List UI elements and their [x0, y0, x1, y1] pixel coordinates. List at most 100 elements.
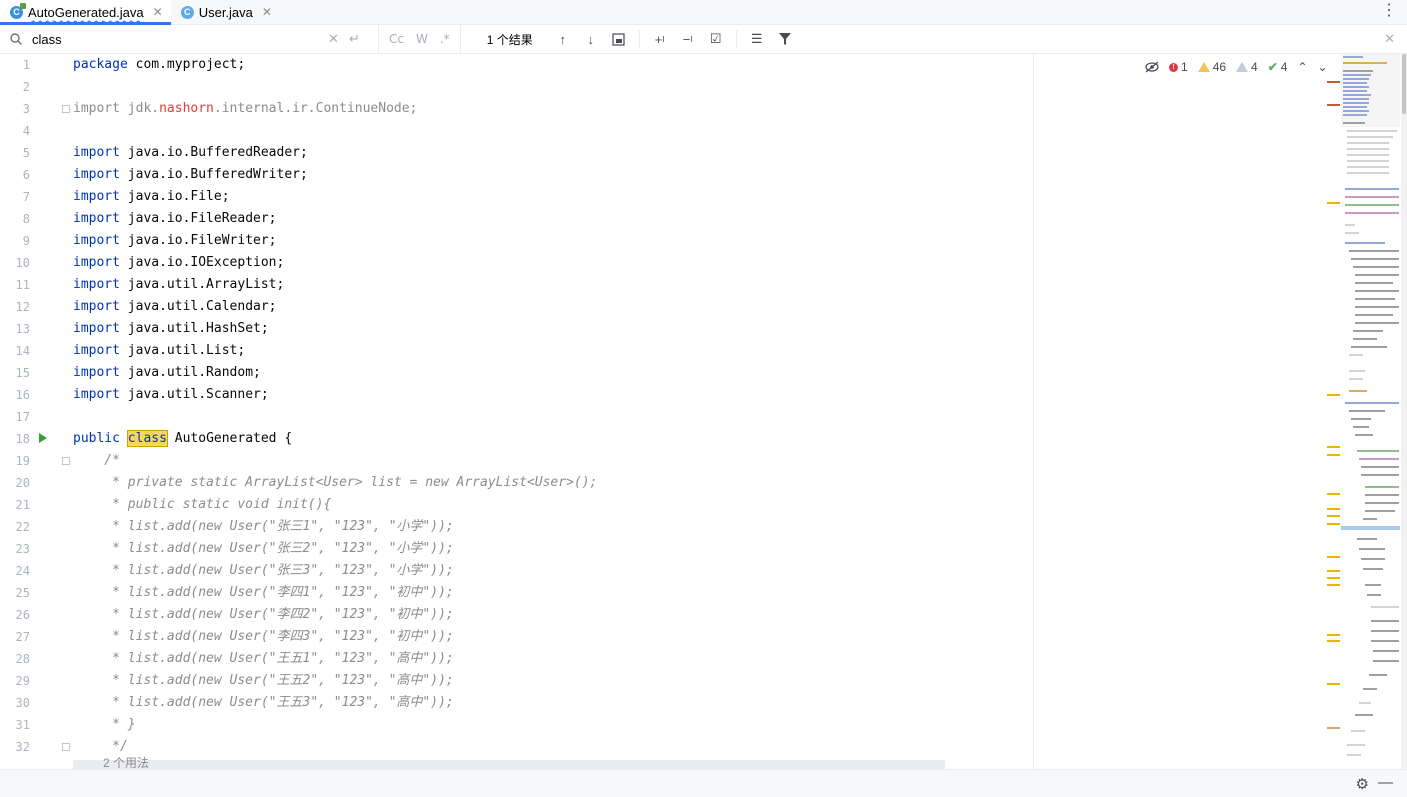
minimap-line — [1351, 258, 1399, 260]
line-number: 27 — [15, 630, 30, 644]
warning-mark[interactable] — [1327, 683, 1340, 685]
search-match: class — [126, 430, 168, 447]
warning-mark[interactable] — [1327, 446, 1340, 448]
warning-mark[interactable] — [1327, 493, 1340, 495]
minimap-line — [1367, 594, 1381, 596]
code-editor[interactable]: 1 2 3 4 5 6 7 8 9 10 11 12 13 14 15 16 1… — [0, 54, 1407, 769]
warning-mark[interactable] — [1327, 570, 1340, 572]
chevron-up-icon[interactable]: ⌃ — [1297, 60, 1307, 74]
minimap[interactable] — [1341, 54, 1400, 769]
line-number: 23 — [15, 542, 30, 556]
match-case-toggle[interactable]: Cc — [389, 32, 404, 46]
fold-marker-icon[interactable] — [62, 105, 70, 113]
line-number: 24 — [15, 564, 30, 578]
filter-lines-icon[interactable]: ☰ — [749, 31, 765, 47]
usage-hint-bar[interactable]: 2 个用法 — [73, 756, 945, 769]
regex-toggle[interactable]: .* — [440, 32, 450, 46]
line-number: 10 — [15, 256, 30, 270]
minimap-line — [1371, 640, 1399, 642]
search-input[interactable] — [30, 30, 324, 48]
line-number: 14 — [15, 344, 30, 358]
newline-icon[interactable]: ↵ — [349, 31, 360, 47]
line-number: 6 — [22, 168, 30, 182]
close-icon[interactable]: ✕ — [262, 5, 272, 19]
filter-icon[interactable] — [777, 31, 793, 47]
code-line: * list.add(new User("李四3", "123", "初中"))… — [73, 629, 454, 644]
error-mark[interactable] — [1327, 81, 1340, 83]
code-line: * list.add(new User("王五3", "123", "高中"))… — [73, 695, 454, 710]
arrow-down-icon[interactable]: ↓ — [583, 31, 599, 47]
line-number: 1 — [22, 58, 30, 72]
warning-mark[interactable] — [1327, 577, 1340, 579]
line-number: 2 — [22, 80, 30, 94]
code-line: import java.util.Scanner; — [73, 387, 269, 402]
minimap-line — [1343, 110, 1369, 112]
warning-mark[interactable] — [1327, 584, 1340, 586]
add-occurrence-icon[interactable]: + I — [652, 31, 668, 47]
close-icon[interactable]: ✕ — [1384, 31, 1395, 47]
whole-words-toggle[interactable]: W — [416, 32, 428, 46]
weak-warning-count[interactable]: 4 — [1236, 60, 1258, 74]
code-line: public class AutoGenerated { — [73, 430, 293, 447]
code-line: * public static void init(){ — [73, 497, 332, 512]
minimap-line — [1349, 390, 1367, 392]
warning-mark[interactable] — [1327, 727, 1340, 729]
code-line: import java.io.BufferedReader; — [73, 145, 308, 160]
warning-mark[interactable] — [1327, 394, 1340, 396]
minimap-line — [1343, 82, 1367, 84]
warning-mark[interactable] — [1327, 523, 1340, 525]
search-icon[interactable] — [8, 31, 24, 47]
minimap-line — [1363, 518, 1377, 520]
warning-mark[interactable] — [1327, 508, 1340, 510]
warning-mark[interactable] — [1327, 634, 1340, 636]
minimize-icon[interactable]: — — [1378, 774, 1393, 791]
toolbar-divider — [638, 30, 640, 48]
minimap-line — [1353, 338, 1377, 340]
code-line: * list.add(new User("李四1", "123", "初中"))… — [73, 585, 454, 600]
warning-count[interactable]: 46 — [1197, 60, 1226, 74]
minimap-line — [1351, 730, 1365, 732]
typo-count[interactable]: ✔ 4 — [1268, 60, 1288, 74]
minimap-line — [1351, 418, 1371, 420]
warning-mark[interactable] — [1327, 556, 1340, 558]
minimap-line — [1343, 98, 1369, 100]
usage-hint: 2 个用法 — [103, 756, 150, 769]
tab-user[interactable]: C User.java ✕ — [171, 0, 280, 24]
close-icon[interactable]: ✕ — [153, 5, 163, 19]
minimap-line — [1343, 102, 1369, 104]
error-stripe[interactable] — [1327, 54, 1341, 769]
warning-mark[interactable] — [1327, 454, 1340, 456]
find-toolbar: ↑ ↓ + I − I ☑ ☰ — [555, 30, 793, 48]
line-number: 25 — [15, 586, 30, 600]
run-icon[interactable] — [39, 433, 47, 443]
minimap-line — [1343, 106, 1367, 108]
minimap-line — [1369, 674, 1387, 676]
find-bar: ✕ ↵ Cc W .* 1 个结果 ↑ ↓ +I −I ☑ ☰ ✕ — [0, 25, 1407, 54]
error-mark[interactable] — [1327, 104, 1340, 106]
open-in-window-icon[interactable] — [611, 31, 627, 47]
vertical-scrollbar[interactable] — [1401, 54, 1407, 769]
tab-autogenerated[interactable]: C AutoGenerated.java ✕ — [0, 0, 171, 25]
minimap-line — [1365, 584, 1381, 586]
warning-mark[interactable] — [1327, 640, 1340, 642]
warning-mark[interactable] — [1327, 515, 1340, 517]
gear-icon[interactable]: ⚙ — [1356, 775, 1369, 793]
arrow-up-icon[interactable]: ↑ — [555, 31, 571, 47]
reader-mode-icon[interactable] — [1145, 61, 1159, 73]
minimap-line — [1363, 568, 1383, 570]
fold-marker-icon[interactable] — [62, 457, 70, 465]
scrollbar-thumb[interactable] — [1402, 54, 1406, 114]
more-options-icon[interactable]: ⋮ — [1381, 3, 1397, 19]
minimap-line — [1349, 378, 1363, 380]
fold-marker-icon[interactable] — [62, 743, 70, 751]
inspection-widget[interactable]: ! 1 46 4 ✔ 4 ⌃ ⌄ — [1145, 60, 1328, 74]
remove-occurrence-icon[interactable]: − I — [680, 31, 696, 47]
minimap-line — [1345, 204, 1399, 206]
minimap-line — [1353, 266, 1399, 268]
clear-icon[interactable]: ✕ — [328, 31, 339, 47]
code-line: * list.add(new User("张三2", "123", "小学"))… — [73, 541, 454, 556]
select-all-occurrences-icon[interactable]: ☑ — [708, 31, 724, 47]
code-line: import java.util.List; — [73, 343, 246, 358]
warning-mark[interactable] — [1327, 202, 1340, 204]
error-count[interactable]: ! 1 — [1169, 60, 1188, 74]
